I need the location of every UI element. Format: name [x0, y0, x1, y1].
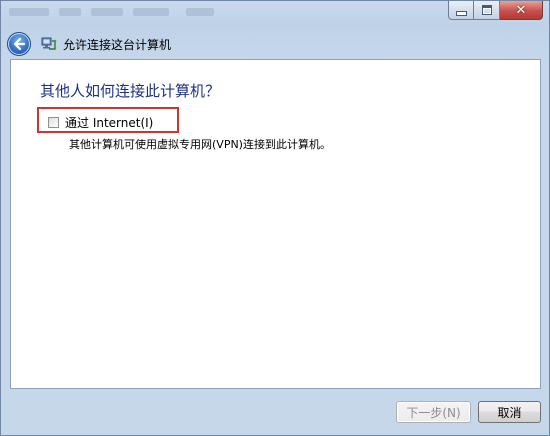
blurred-title-text — [133, 8, 169, 16]
title-bar[interactable]: ✕ — [1, 1, 549, 25]
back-arrow-icon — [13, 38, 25, 50]
page-heading: 其他人如何连接此计算机？ — [40, 82, 221, 100]
close-icon: ✕ — [515, 2, 527, 18]
content-panel: 其他人如何连接此计算机？ 通过 Internet(I) 其他计算机可使用虚拟专用… — [10, 59, 541, 389]
minimize-button[interactable] — [448, 1, 474, 20]
option-description: 其他计算机可使用虚拟专用网(VPN)连接到此计算机。 — [69, 138, 331, 151]
internet-option-label[interactable]: 通过 Internet(I) — [65, 114, 153, 131]
blurred-title-text — [186, 8, 214, 16]
internet-option[interactable]: 通过 Internet(I) — [48, 114, 153, 131]
maximize-icon — [481, 5, 492, 15]
navigation-row: 允许连接这台计算机 — [7, 31, 171, 57]
wizard-title: 允许连接这台计算机 — [63, 37, 172, 52]
network-computer-icon — [41, 37, 57, 50]
next-button[interactable]: 下一步(N) — [396, 401, 471, 423]
caption-buttons: ✕ — [448, 1, 543, 21]
close-button[interactable]: ✕ — [500, 1, 543, 20]
blurred-title-text — [59, 8, 81, 16]
cancel-button[interactable]: 取消 — [478, 401, 541, 423]
wizard-window: ✕ 允许连接这台计算机 其他人如何连接此计算机？ 通过 Internet(I) … — [0, 0, 550, 436]
maximize-button[interactable] — [474, 1, 500, 20]
blurred-title-text — [9, 8, 49, 16]
minimize-icon — [455, 10, 467, 16]
internet-checkbox[interactable] — [48, 117, 59, 128]
back-button[interactable] — [7, 32, 31, 56]
blurred-title-text — [91, 8, 123, 16]
